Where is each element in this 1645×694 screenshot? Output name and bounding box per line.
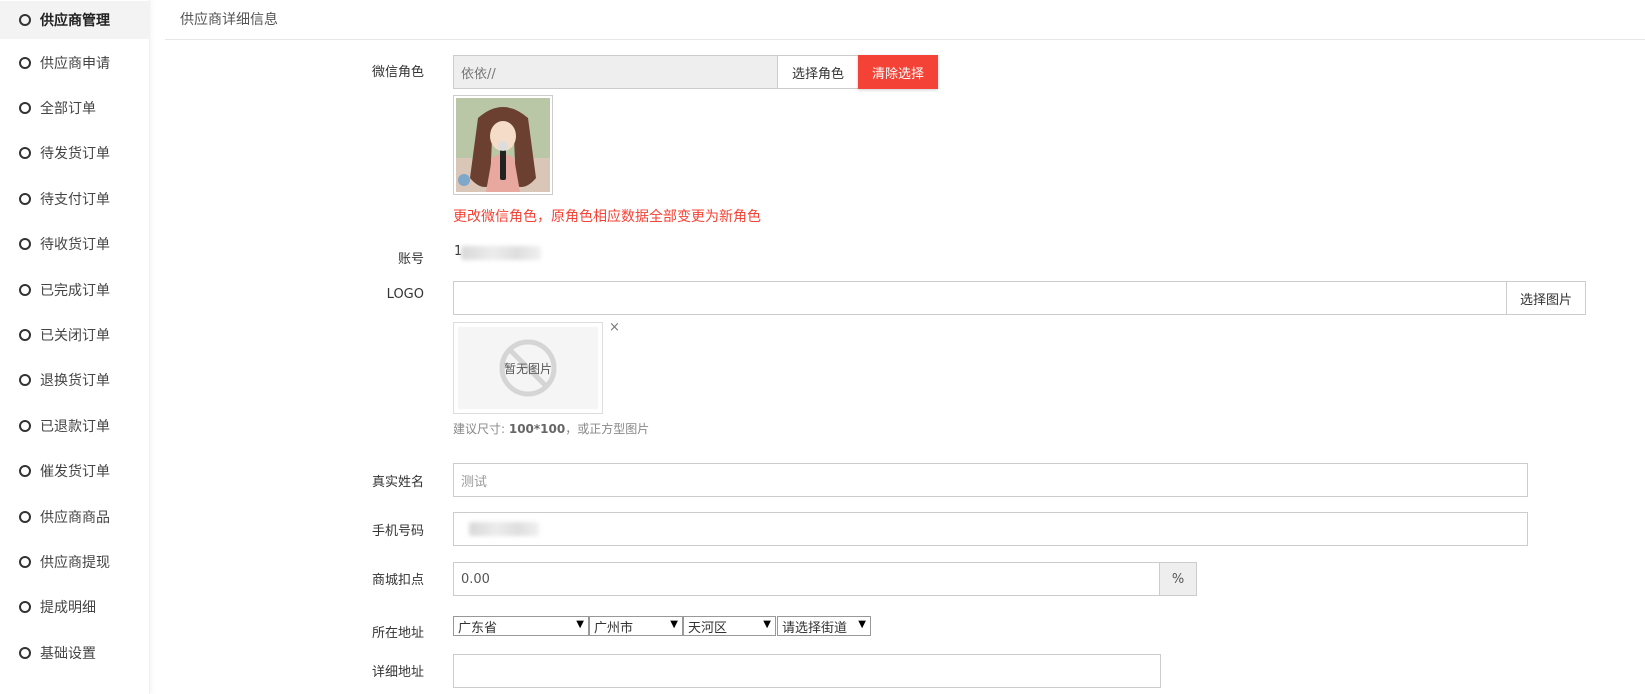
clear-selection-button[interactable]: 清除选择 [858, 55, 938, 89]
page-title: 供应商详细信息 [180, 12, 278, 28]
circle-icon [19, 238, 31, 250]
circle-icon [19, 14, 31, 26]
real-name-input[interactable]: 测试 [453, 463, 1528, 497]
no-image-text: 暂无图片 [503, 362, 552, 376]
circle-icon [19, 102, 31, 114]
circle-icon [19, 465, 31, 477]
sidebar-item-label: 已退款订单 [40, 419, 110, 435]
dropdown-arrow-icon: ▼ [763, 619, 771, 630]
wechat-avatar [453, 95, 553, 195]
phone-value-redacted [469, 522, 539, 536]
sidebar-item-closed-orders[interactable]: 已关闭订单 [0, 316, 150, 354]
sidebar-item-pending-receipt[interactable]: 待收货订单 [0, 225, 150, 263]
deduction-input[interactable]: 0.00 [453, 562, 1160, 596]
select-image-button[interactable]: 选择图片 [1506, 281, 1586, 315]
phone-input[interactable] [453, 512, 1528, 546]
sidebar-item-label: 待收货订单 [40, 237, 110, 253]
phone-label: 手机号码 [371, 524, 424, 539]
sidebar-item-all-orders[interactable]: 全部订单 [0, 89, 150, 127]
wechat-role-label: 微信角色 [371, 65, 424, 80]
sidebar-item-label: 待发货订单 [40, 146, 110, 162]
sidebar-item-commission-detail[interactable]: 提成明细 [0, 588, 150, 626]
circle-icon [19, 57, 31, 69]
wechat-role-input[interactable]: 依依// [453, 55, 778, 89]
sidebar-item-label: 已关闭订单 [40, 328, 110, 344]
sidebar: 供应商管理 供应商申请 全部订单 待发货订单 待支付订单 待收货订单 已完成订单… [0, 0, 150, 694]
city-select[interactable]: 广州市 ▼ [589, 616, 683, 636]
logo-preview: 暂无图片 [453, 322, 603, 414]
sidebar-item-return-orders[interactable]: 退换货订单 [0, 361, 150, 399]
sidebar-item-label: 供应商提现 [40, 555, 110, 571]
sidebar-item-basic-settings[interactable]: 基础设置 [0, 634, 150, 672]
circle-icon [19, 556, 31, 568]
sidebar-item-urge-shipment[interactable]: 催发货订单 [0, 452, 150, 490]
circle-icon [19, 284, 31, 296]
sidebar-item-label: 全部订单 [40, 101, 96, 117]
dropdown-arrow-icon: ▼ [576, 619, 584, 630]
page-header: 供应商详细信息 [165, 0, 1645, 40]
sidebar-item-label: 退换货订单 [40, 373, 110, 389]
circle-icon [19, 647, 31, 659]
sidebar-item-supplier-application[interactable]: 供应商申请 [0, 44, 150, 82]
sidebar-item-label: 基础设置 [40, 646, 96, 662]
remove-image-icon[interactable]: × [609, 320, 620, 335]
logo-input[interactable] [453, 281, 1507, 315]
role-change-warning: 更改微信角色，原角色相应数据全部变更为新角色 [453, 209, 761, 225]
circle-icon [19, 601, 31, 613]
sidebar-item-pending-payment[interactable]: 待支付订单 [0, 180, 150, 218]
sidebar-item-label: 催发货订单 [40, 464, 110, 480]
circle-icon [19, 193, 31, 205]
deduction-label: 商城扣点 [371, 573, 424, 588]
sidebar-item-supplier-goods[interactable]: 供应商商品 [0, 498, 150, 536]
account-label: 账号 [397, 252, 424, 267]
sidebar-item-label: 供应商商品 [40, 510, 110, 526]
street-select[interactable]: 请选择街道 ▼ [777, 616, 871, 636]
detail-address-input[interactable] [453, 654, 1161, 688]
sidebar-item-refunded-orders[interactable]: 已退款订单 [0, 407, 150, 445]
dropdown-arrow-icon: ▼ [670, 619, 678, 630]
sidebar-item-pending-shipment[interactable]: 待发货订单 [0, 134, 150, 172]
circle-icon [19, 374, 31, 386]
address-label: 所在地址 [371, 626, 424, 641]
province-select[interactable]: 广东省 ▼ [453, 616, 589, 636]
select-role-button[interactable]: 选择角色 [777, 55, 859, 89]
detail-address-label: 详细地址 [371, 665, 424, 680]
dropdown-arrow-icon: ▼ [858, 619, 866, 630]
sidebar-item-label: 已完成订单 [40, 283, 110, 299]
sidebar-item-supplier-management[interactable]: 供应商管理 [0, 1, 150, 39]
sidebar-item-completed-orders[interactable]: 已完成订单 [0, 271, 150, 309]
real-name-label: 真实姓名 [371, 475, 424, 490]
circle-icon [19, 329, 31, 341]
circle-icon [19, 511, 31, 523]
sidebar-item-supplier-withdraw[interactable]: 供应商提现 [0, 543, 150, 581]
sidebar-item-label: 提成明细 [40, 600, 96, 616]
district-select[interactable]: 天河区 ▼ [683, 616, 776, 636]
circle-icon [19, 420, 31, 432]
avatar-image [456, 98, 550, 192]
account-value-redacted [461, 246, 541, 260]
logo-label: LOGO [386, 287, 424, 302]
logo-size-hint: 建议尺寸: 100*100，或正方型图片 [453, 422, 650, 436]
percent-addon: % [1159, 562, 1197, 596]
sidebar-item-label: 待支付订单 [40, 192, 110, 208]
circle-icon [19, 147, 31, 159]
sidebar-item-label: 供应商管理 [40, 13, 110, 29]
sidebar-item-label: 供应商申请 [40, 56, 110, 72]
